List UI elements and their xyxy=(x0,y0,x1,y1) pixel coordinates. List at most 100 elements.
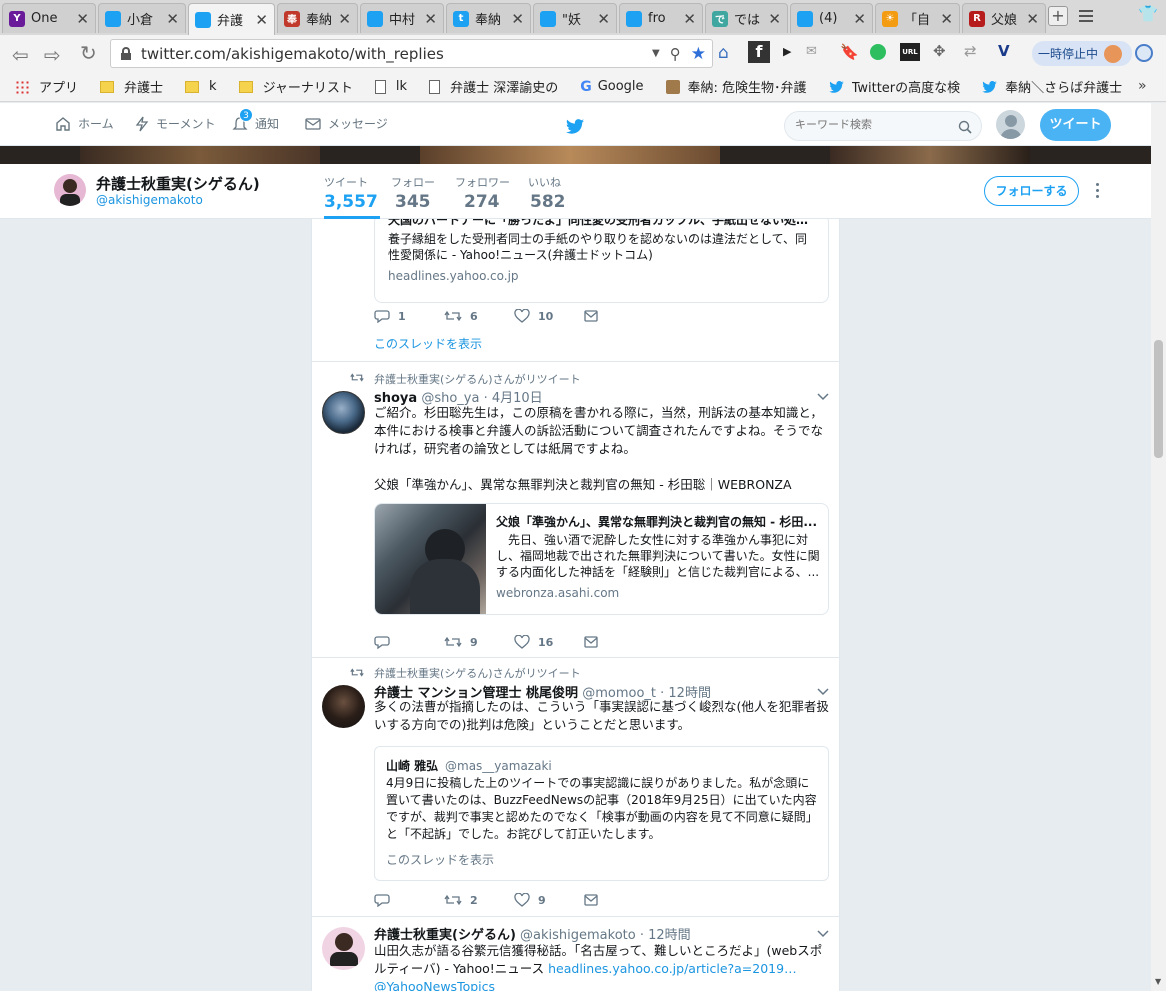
like-button[interactable]: 16 xyxy=(514,635,584,649)
search-icon[interactable] xyxy=(958,120,972,134)
shuffle-icon[interactable]: ⇄ xyxy=(964,42,977,60)
follow-button[interactable]: フォローする xyxy=(984,176,1079,206)
tweet-time[interactable]: · 12時間 xyxy=(640,928,691,943)
browser-tab[interactable]: R 父娘 ✕ xyxy=(962,3,1046,33)
move-icon[interactable]: ✥ xyxy=(933,42,946,60)
reply-button[interactable]: 1 xyxy=(374,309,444,323)
new-tab-button[interactable]: + xyxy=(1048,6,1068,26)
chevron-down-icon[interactable] xyxy=(817,393,829,401)
retweet-button[interactable]: 2 xyxy=(444,893,514,907)
bookmark-item[interactable]: G Google xyxy=(580,79,643,95)
tab-close-icon[interactable]: ✕ xyxy=(166,10,179,28)
dm-button[interactable] xyxy=(584,310,654,322)
bookmark-item[interactable]: 奉納＼さらば弁護士 xyxy=(982,77,1122,96)
tweet[interactable]: 弁護士秋重実(シゲるん)さんがリツイート shoya @sho_ya · 4月1… xyxy=(312,362,839,658)
like-button[interactable]: 10 xyxy=(514,309,584,323)
bookmark-item[interactable]: アプリ xyxy=(15,77,78,96)
reply-button[interactable] xyxy=(374,893,444,907)
dropdown-arrow-icon[interactable]: ▼ xyxy=(652,48,660,59)
search-input[interactable] xyxy=(795,118,945,131)
retweet-button[interactable]: 9 xyxy=(444,635,514,649)
scrollbar-thumb[interactable] xyxy=(1154,340,1163,458)
browser-tab[interactable]: ででは ✕ xyxy=(705,3,788,33)
tab-close-icon[interactable]: ✕ xyxy=(1026,10,1039,28)
pause-sync-button[interactable]: 一時停止中 xyxy=(1032,41,1132,66)
bookmark-item[interactable]: ジャーナリスト xyxy=(238,77,353,96)
nav-messages[interactable]: メッセージ xyxy=(305,115,388,132)
dm-button[interactable] xyxy=(584,636,654,648)
profile-handle[interactable]: @akishigemakoto xyxy=(96,193,203,207)
tab-close-icon[interactable]: ✕ xyxy=(511,10,524,28)
mention-link[interactable]: @YahooNewsTopics xyxy=(374,978,834,991)
vivaldi-icon[interactable]: V xyxy=(998,42,1010,60)
page-scrollbar[interactable]: ▼ xyxy=(1151,103,1166,991)
tab-close-icon[interactable]: ✕ xyxy=(76,10,89,28)
url-shortener-icon[interactable]: URL xyxy=(900,43,920,61)
show-thread-link[interactable]: このスレッドを表示 xyxy=(374,335,482,352)
bookmark-icon[interactable]: 🔖 xyxy=(840,43,859,61)
tab-close-icon[interactable]: ✕ xyxy=(853,10,866,28)
back-arrow-icon[interactable]: ⇦ xyxy=(12,43,29,67)
bookmark-star-icon[interactable]: ★ xyxy=(691,44,706,64)
tweet-avatar[interactable] xyxy=(322,685,365,728)
zoom-icon[interactable]: ⚲ xyxy=(670,45,681,63)
bookmark-item[interactable]: 弁護士 深澤諭史の xyxy=(429,77,558,96)
browser-tab[interactable]: (4) ✕ xyxy=(790,3,873,33)
account-avatar[interactable] xyxy=(996,110,1025,139)
reload-icon[interactable]: ↻ xyxy=(80,41,97,65)
tab-close-icon[interactable]: ✕ xyxy=(768,10,781,28)
tweet-button[interactable]: ツイート xyxy=(1040,109,1111,141)
nav-home[interactable]: ホーム xyxy=(55,115,114,132)
twitter-bird-logo[interactable] xyxy=(566,119,584,134)
facebook-icon[interactable]: f xyxy=(748,41,770,63)
mail-icon[interactable]: ✉ xyxy=(806,44,817,59)
author-handle[interactable]: @akishigemakoto xyxy=(520,928,636,943)
forward-arrow-icon[interactable]: ⇨ xyxy=(44,43,61,67)
tab-close-icon[interactable]: ✕ xyxy=(255,11,268,29)
like-button[interactable]: 9 xyxy=(514,893,584,907)
quoted-tweet[interactable]: 山崎 雅弘 @mas__yamazaki 4月9日に投稿した上のツイートでの事実… xyxy=(374,746,829,881)
extension-icon[interactable] xyxy=(1135,44,1153,62)
tab-close-icon[interactable]: ✕ xyxy=(338,10,351,28)
author-name[interactable]: 弁護士秋重実(シゲるん) xyxy=(374,928,516,943)
browser-tab[interactable]: 奉奉納 ✕ xyxy=(277,3,358,33)
dm-button[interactable] xyxy=(584,894,654,906)
retweet-label[interactable]: 弁護士秋重実(シゲるん)さんがリツイート xyxy=(374,665,581,681)
profile-avatar[interactable] xyxy=(54,174,86,206)
browser-tab[interactable]: t 奉納 ✕ xyxy=(446,3,531,33)
bookmark-item[interactable]: 奉納: 危険生物･弁護 xyxy=(665,77,807,96)
address-bar[interactable]: twitter.com/akishigemakoto/with_replies … xyxy=(110,39,713,68)
tab-close-icon[interactable]: ✕ xyxy=(940,10,953,28)
retweet-label[interactable]: 弁護士秋重実(シゲるん)さんがリツイート xyxy=(374,371,581,387)
tweet[interactable]: 弁護士秋重実(シゲるん)さんがリツイート 弁護士 マンション管理士 桃尾俊明 @… xyxy=(312,658,839,917)
shirt-icon[interactable]: 👕 xyxy=(1138,4,1158,23)
link-card[interactable]: 父娘「準強かん」、異常な無罪判決と裁判官の無知 - 杉田... 先日、強い酒で泥… xyxy=(374,503,829,615)
quote-show-thread[interactable]: このスレッドを表示 xyxy=(386,851,494,868)
tab-close-icon[interactable]: ✕ xyxy=(424,10,437,28)
tweet-link[interactable]: headlines.yahoo.co.jp/article?a=2019… xyxy=(548,961,796,976)
evernote-icon[interactable] xyxy=(870,44,886,60)
tab-close-icon[interactable]: ✕ xyxy=(683,10,696,28)
retweet-button[interactable]: 6 xyxy=(444,309,514,323)
search-box[interactable] xyxy=(784,111,982,141)
bookmark-item[interactable]: k xyxy=(185,79,217,94)
scroll-down-arrow-icon[interactable]: ▼ xyxy=(1155,977,1161,986)
stat-following[interactable]: フォロー 345 xyxy=(391,174,435,212)
tweet[interactable]: 弁護士秋重実(シゲるん) @akishigemakoto · 12時間 山田久志… xyxy=(312,917,839,991)
browser-tab[interactable]: 中村 ✕ xyxy=(360,3,444,33)
browser-tab[interactable]: ☀ 「自 ✕ xyxy=(875,3,960,33)
nav-notifications[interactable]: 3 通知 xyxy=(232,108,279,132)
play-icon[interactable]: ▶ xyxy=(783,45,791,58)
bookmark-item[interactable]: lk xyxy=(374,79,407,94)
tweet-avatar[interactable] xyxy=(322,927,365,970)
tweet[interactable]: 天国のパートナーに「勝ったよ」同性愛の受刑者カップル、手紙出せない処分… 養子縁… xyxy=(312,219,839,362)
stat-likes[interactable]: いいね 582 xyxy=(528,174,566,212)
chevron-down-icon[interactable] xyxy=(817,930,829,938)
stat-tweets[interactable]: ツイート 3,557 xyxy=(324,174,380,219)
browser-tab[interactable]: 弁護 ✕ xyxy=(188,3,275,35)
more-bookmarks-icon[interactable]: » xyxy=(1138,78,1147,94)
browser-tab[interactable]: 小倉 ✕ xyxy=(98,3,186,33)
stat-followers[interactable]: フォロワー 274 xyxy=(455,174,510,212)
link-card[interactable]: 天国のパートナーに「勝ったよ」同性愛の受刑者カップル、手紙出せない処分… 養子縁… xyxy=(374,219,829,303)
nav-moments[interactable]: モーメント xyxy=(135,115,216,132)
